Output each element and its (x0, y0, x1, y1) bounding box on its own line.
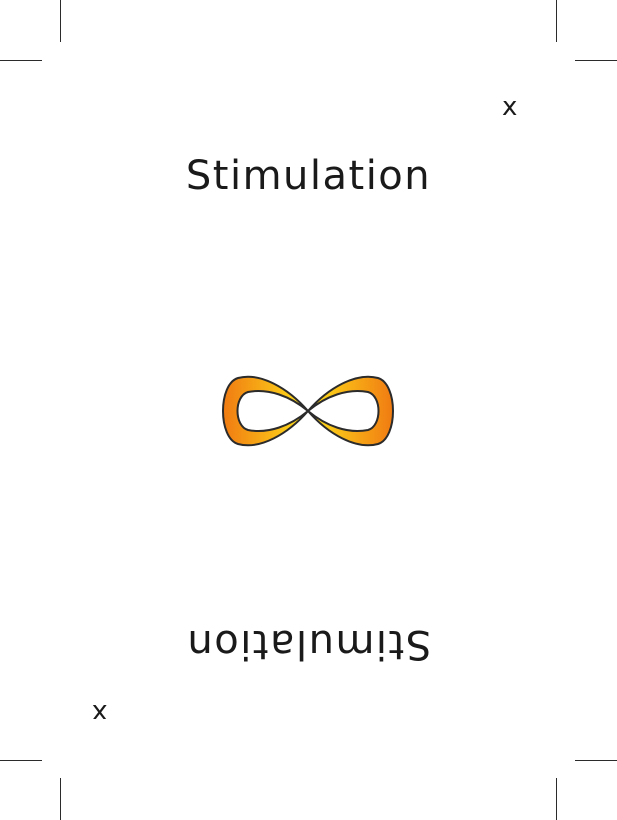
corner-mark-top: x (502, 92, 518, 122)
crop-mark-bottom-left (60, 778, 61, 820)
infinity-icon (222, 375, 394, 447)
crop-mark-bottom-right (556, 778, 557, 820)
crop-mark-top-left (60, 0, 61, 42)
card-title: Stimulation (185, 153, 432, 199)
crop-mark-left-bottom (0, 760, 42, 761)
crop-mark-left-top (0, 60, 42, 61)
crop-mark-right-top (575, 60, 617, 61)
corner-mark-bottom: x (92, 698, 108, 728)
crop-mark-right-bottom (575, 760, 617, 761)
crop-mark-top-right (556, 0, 557, 42)
card-title-inverted: Stimulation (185, 621, 432, 667)
